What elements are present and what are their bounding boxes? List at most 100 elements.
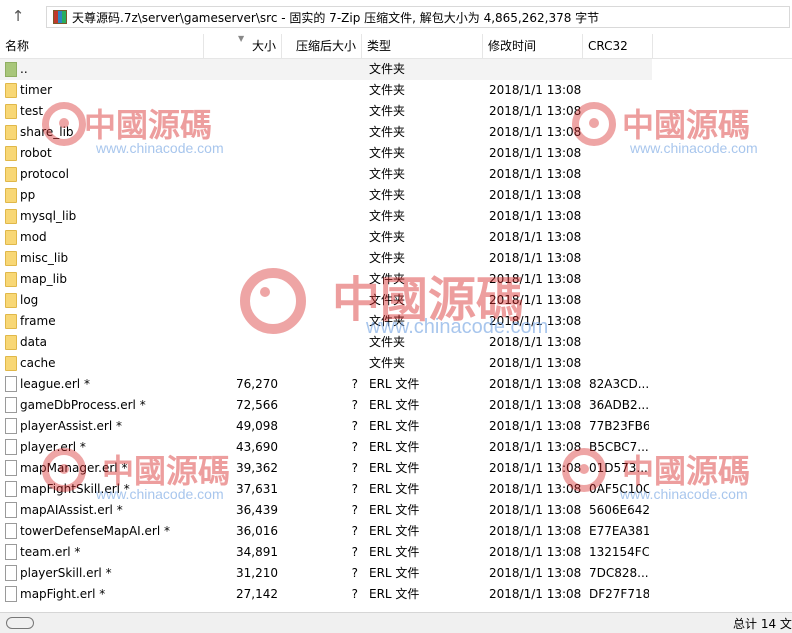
file-row[interactable]: playerSkill.erl * 31,210? ERL 文件 2018/1/1 1… bbox=[0, 563, 792, 584]
file-packed-size bbox=[282, 206, 358, 227]
file-type: 文件夹 bbox=[369, 209, 406, 223]
folder-row[interactable]: mod 文件夹 2018/1/1 13:08 bbox=[0, 227, 792, 248]
file-modified: 2018/1/1 13:08 bbox=[489, 314, 581, 328]
folder-row[interactable]: mysql_lib 文件夹 2018/1/1 13:08 bbox=[0, 206, 792, 227]
folder-icon bbox=[5, 272, 17, 287]
folder-row[interactable]: pp 文件夹 2018/1/1 13:08 bbox=[0, 185, 792, 206]
file-size: 31,210 bbox=[236, 566, 278, 580]
file-type: 文件夹 bbox=[369, 62, 406, 76]
up-arrow-icon[interactable]: ↑ bbox=[6, 5, 30, 27]
column-name[interactable]: 名称 bbox=[0, 34, 204, 58]
file-crc32: 0AF5C10C bbox=[589, 482, 649, 496]
file-name: mapAIAssist.erl * bbox=[20, 503, 123, 517]
file-type: ERL 文件 bbox=[369, 377, 420, 391]
file-packed-size: ? bbox=[351, 482, 358, 496]
file-crc32: B5CBC7... bbox=[589, 440, 649, 454]
file-type: ERL 文件 bbox=[369, 503, 420, 517]
file-crc32: 5606E642 bbox=[589, 503, 649, 517]
file-size: 34,891 bbox=[236, 545, 278, 559]
file-row[interactable]: playerAssist.erl * 49,098? ERL 文件 2018/1/1 … bbox=[0, 416, 792, 437]
file-name: test bbox=[20, 104, 44, 118]
file-crc32 bbox=[589, 185, 649, 206]
file-type: ERL 文件 bbox=[369, 482, 420, 496]
file-name: map_lib bbox=[20, 272, 67, 286]
column-type[interactable]: 类型 bbox=[362, 34, 483, 58]
folder-row[interactable]: cache 文件夹 2018/1/1 13:08 bbox=[0, 353, 792, 374]
folder-row[interactable]: log 文件夹 2018/1/1 13:08 bbox=[0, 290, 792, 311]
folder-row[interactable]: test 文件夹 2018/1/1 13:08 bbox=[0, 101, 792, 122]
file-modified: 2018/1/1 13:08 bbox=[489, 272, 581, 286]
file-row[interactable]: gameDbProcess.erl * 72,566? ERL 文件 2018/1/1… bbox=[0, 395, 792, 416]
file-crc32: 82A3CD... bbox=[589, 377, 649, 391]
file-modified: 2018/1/1 13:08 bbox=[489, 230, 581, 244]
file-row[interactable]: league.erl * 76,270? ERL 文件 2018/1/1 13:08 8… bbox=[0, 374, 792, 395]
folder-row[interactable]: timer 文件夹 2018/1/1 13:08 bbox=[0, 80, 792, 101]
file-list[interactable]: .. 文件夹 timer 文件夹 2018/1/1 13:08 test 文件夹 2018/1… bbox=[0, 59, 792, 610]
column-packed-size[interactable]: 压缩后大小 bbox=[282, 34, 362, 58]
file-size bbox=[204, 185, 278, 206]
file-icon bbox=[5, 523, 17, 539]
link-icon bbox=[6, 617, 34, 629]
file-row[interactable]: mapManager.erl * 39,362? ERL 文件 2018/1/1 13… bbox=[0, 458, 792, 479]
folder-row[interactable]: .. 文件夹 bbox=[0, 59, 652, 80]
file-icon bbox=[5, 397, 17, 413]
file-packed-size bbox=[282, 80, 358, 101]
file-crc32 bbox=[589, 59, 649, 80]
column-crc32[interactable]: CRC32 bbox=[583, 34, 653, 58]
file-row[interactable]: towerDefenseMapAI.erl * 36,016? ERL 文件 2018… bbox=[0, 521, 792, 542]
folder-row[interactable]: frame 文件夹 2018/1/1 13:08 bbox=[0, 311, 792, 332]
file-type: ERL 文件 bbox=[369, 419, 420, 433]
file-packed-size: ? bbox=[351, 461, 358, 475]
file-modified: 2018/1/1 13:08 bbox=[489, 209, 581, 223]
file-type: 文件夹 bbox=[369, 230, 406, 244]
file-modified: 2018/1/1 13:08 bbox=[489, 335, 581, 349]
file-packed-size: ? bbox=[351, 377, 358, 391]
column-size[interactable]: 大小 bbox=[204, 34, 282, 58]
folder-row[interactable]: misc_lib 文件夹 2018/1/1 13:08 bbox=[0, 248, 792, 269]
folder-row[interactable]: map_lib 文件夹 2018/1/1 13:08 bbox=[0, 269, 792, 290]
file-type: ERL 文件 bbox=[369, 524, 420, 538]
file-row[interactable]: mapAIAssist.erl * 36,439? ERL 文件 2018/1/1 1… bbox=[0, 500, 792, 521]
folder-row[interactable]: protocol 文件夹 2018/1/1 13:08 bbox=[0, 164, 792, 185]
file-name: gameDbProcess.erl * bbox=[20, 398, 146, 412]
file-size bbox=[204, 59, 278, 80]
file-crc32: 77B23FB6 bbox=[589, 419, 649, 433]
file-name: data bbox=[20, 335, 48, 349]
folder-icon bbox=[5, 293, 17, 308]
file-type: 文件夹 bbox=[369, 356, 406, 370]
file-row[interactable]: player.erl * 43,690? ERL 文件 2018/1/1 13:08 B… bbox=[0, 437, 792, 458]
file-modified: 2018/1/1 13:08 bbox=[489, 566, 581, 580]
folder-row[interactable]: robot 文件夹 2018/1/1 13:08 bbox=[0, 143, 792, 164]
file-row[interactable]: mapFight.erl * 27,142? ERL 文件 2018/1/1 13:0… bbox=[0, 584, 792, 605]
file-crc32 bbox=[589, 164, 649, 185]
file-modified: 2018/1/1 13:08 bbox=[489, 293, 581, 307]
file-row[interactable]: team.erl * 34,891? ERL 文件 2018/1/1 13:08 132… bbox=[0, 542, 792, 563]
file-packed-size bbox=[282, 185, 358, 206]
file-modified bbox=[489, 59, 581, 80]
file-row[interactable]: mapFightSkill.erl * 37,631? ERL 文件 2018/1/1… bbox=[0, 479, 792, 500]
file-packed-size bbox=[282, 164, 358, 185]
status-bar: 总计 14 文 bbox=[0, 612, 792, 633]
file-packed-size bbox=[282, 248, 358, 269]
folder-icon bbox=[5, 230, 17, 245]
file-type: ERL 文件 bbox=[369, 440, 420, 454]
file-type: ERL 文件 bbox=[369, 566, 420, 580]
file-modified: 2018/1/1 13:08 bbox=[489, 503, 581, 517]
parent-folder-icon bbox=[5, 62, 17, 77]
address-bar[interactable]: 天尊源码.7z\server\gameserver\src - 固实的 7-Zi… bbox=[46, 6, 790, 28]
file-crc32 bbox=[589, 227, 649, 248]
folder-row[interactable]: share_lib 文件夹 2018/1/1 13:08 bbox=[0, 122, 792, 143]
folder-icon bbox=[5, 335, 17, 350]
file-type: ERL 文件 bbox=[369, 398, 420, 412]
folder-icon bbox=[5, 125, 17, 140]
file-size bbox=[204, 101, 278, 122]
file-packed-size bbox=[282, 269, 358, 290]
file-name: mapManager.erl * bbox=[20, 461, 128, 475]
column-modified[interactable]: 修改时间 bbox=[483, 34, 583, 58]
folder-icon bbox=[5, 356, 17, 371]
file-icon bbox=[5, 481, 17, 497]
folder-row[interactable]: data 文件夹 2018/1/1 13:08 bbox=[0, 332, 792, 353]
file-modified: 2018/1/1 13:08 bbox=[489, 188, 581, 202]
file-name: player.erl * bbox=[20, 440, 86, 454]
file-size: 43,690 bbox=[236, 440, 278, 454]
